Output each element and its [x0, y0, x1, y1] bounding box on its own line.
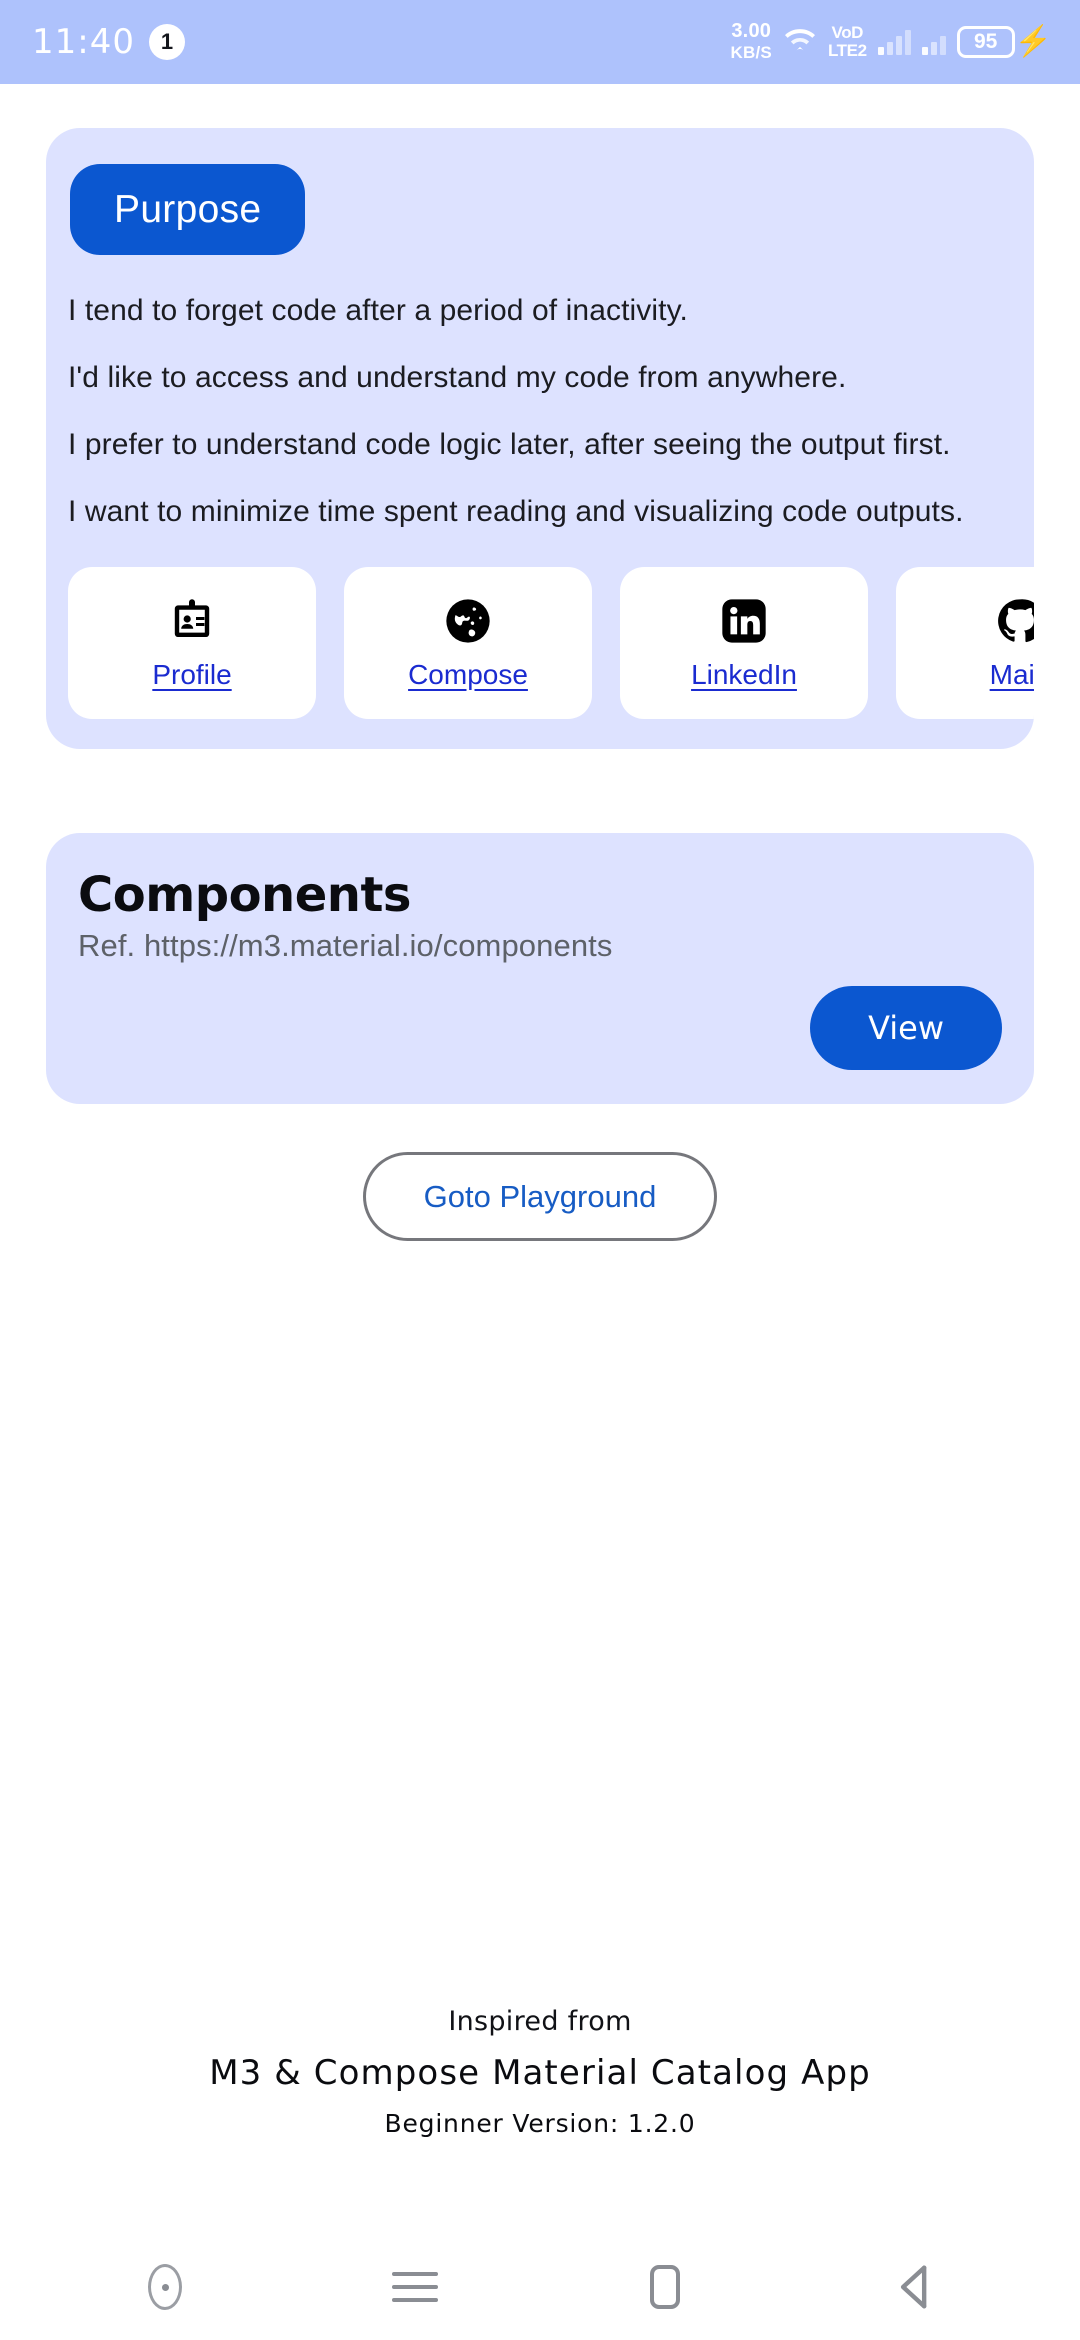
network-speed-indicator: 3.00 KB/S	[731, 21, 772, 63]
purpose-paragraph: I tend to forget code after a period of …	[68, 294, 688, 327]
volte-line-2: LTE2	[827, 41, 867, 60]
link-tile-compose[interactable]: Compose	[344, 567, 592, 719]
status-bar-right: 3.00 KB/S VoD LTE2 95 ⚡	[731, 21, 1052, 63]
components-actions: View	[78, 985, 1002, 1070]
components-card: Components Ref. https://m3.material.io/c…	[46, 833, 1034, 1104]
notification-count-badge: 1	[148, 24, 185, 60]
components-title: Components	[78, 867, 411, 923]
purpose-paragraph: I want to minimize time spent reading an…	[68, 495, 964, 528]
phone-screen: 11:40 1 3.00 KB/S VoD LTE2 95 ⚡ Purpose …	[0, 0, 1080, 2340]
linkedin-icon	[719, 595, 769, 647]
footer: Inspired from M3 & Compose Material Cata…	[0, 2006, 1080, 2138]
battery-indicator: 95 ⚡	[956, 25, 1052, 58]
volte-line-1: VoD	[831, 23, 864, 42]
link-tile-label: Compose	[408, 659, 528, 690]
back-triangle-icon[interactable]	[860, 2249, 970, 2325]
components-reference-url: Ref. https://m3.material.io/components	[78, 927, 613, 963]
purpose-paragraph-list: I tend to forget code after a period of …	[46, 255, 1034, 533]
purpose-paragraph: I'd like to access and understand my cod…	[68, 361, 847, 394]
purpose-card: Purpose I tend to forget code after a pe…	[46, 128, 1034, 749]
home-square-icon[interactable]	[610, 2249, 720, 2325]
status-bar: 11:40 1 3.00 KB/S VoD LTE2 95 ⚡	[0, 0, 1080, 84]
purpose-paragraph: I prefer to understand code logic later,…	[68, 428, 951, 461]
link-tile-label: Main	[989, 659, 1034, 690]
network-speed-value: 3.00	[731, 20, 772, 42]
footer-app-name: M3 & Compose Material Catalog App	[209, 2053, 871, 2093]
link-tile-row[interactable]: Profile Compose LinkedIn Mai	[46, 533, 1034, 719]
signal-strength-sim2-icon	[921, 29, 946, 55]
view-button[interactable]: View	[810, 985, 1002, 1070]
id-badge-icon	[167, 595, 217, 647]
globe-icon	[443, 595, 493, 647]
link-tile-label: Profile	[152, 659, 232, 690]
charging-bolt-icon: ⚡	[1014, 25, 1052, 58]
system-navigation-bar	[0, 2234, 1080, 2340]
network-speed-unit: KB/S	[730, 43, 772, 62]
link-tile-linkedin[interactable]: LinkedIn	[620, 567, 868, 719]
github-icon	[995, 595, 1034, 647]
link-tile-label: LinkedIn	[691, 659, 797, 690]
footer-inspired-label: Inspired from	[448, 2006, 632, 2037]
recents-menu-icon[interactable]	[360, 2249, 470, 2325]
battery-level-text: 95	[956, 26, 1015, 58]
scroll-content[interactable]: Purpose I tend to forget code after a pe…	[0, 84, 1080, 2234]
signal-strength-sim1-icon	[877, 29, 911, 55]
link-tile-main-github[interactable]: Main	[896, 567, 1034, 719]
assistant-circle-icon[interactable]	[110, 2249, 220, 2325]
goto-playground-button[interactable]: Goto Playground	[362, 1151, 718, 1241]
wifi-icon	[783, 25, 817, 60]
playground-button-row: Goto Playground	[0, 1151, 1080, 1241]
footer-version: Beginner Version: 1.2.0	[384, 2109, 696, 2138]
volte-indicator: VoD LTE2	[828, 24, 867, 60]
status-clock: 11:40	[32, 22, 135, 62]
purpose-chip[interactable]: Purpose	[70, 164, 306, 255]
status-bar-left: 11:40 1	[32, 22, 185, 62]
link-tile-profile[interactable]: Profile	[68, 567, 316, 719]
